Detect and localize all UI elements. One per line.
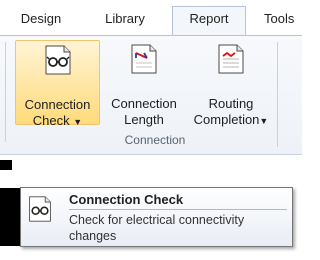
tab-design[interactable]: Design (10, 8, 72, 36)
dropdown-caret-icon: ▼ (259, 116, 269, 126)
ribbon-group-separator (277, 42, 278, 147)
connection-length-label-1: Connection (111, 96, 177, 111)
glasses-document-icon (45, 45, 70, 75)
tab-tools[interactable]: Tools (264, 8, 314, 36)
tab-library[interactable]: Library (92, 8, 158, 36)
ribbon-group-label: Connection (124, 133, 186, 147)
dropdown-caret-icon: ▼ (73, 117, 83, 127)
connection-length-button[interactable]: Connection Length (104, 40, 184, 127)
routing-completion-button[interactable]: Routing Completion▼ (188, 40, 274, 127)
glasses-document-icon (29, 196, 51, 222)
document-dark-strip (0, 188, 20, 246)
ribbon-tab-bar: Design Library Report Tools (0, 0, 302, 36)
connection-length-label-2: Length (124, 112, 164, 127)
ruler-document-icon (131, 44, 157, 74)
ribbon-left-separator (0, 42, 6, 142)
tab-report[interactable]: Report (172, 6, 246, 36)
tooltip-title: Connection Check (69, 192, 184, 207)
tooltip-divider (69, 209, 287, 210)
routing-document-icon (218, 44, 244, 74)
routing-completion-label-1: Routing (208, 96, 254, 111)
connection-check-button[interactable]: Connection Check ▼ (15, 40, 100, 128)
tooltip: Connection Check Check for electrical co… (20, 187, 293, 247)
tooltip-description: Check for electrical connectivity change… (69, 213, 245, 243)
connection-check-label-2: Check ▼ (32, 113, 83, 128)
routing-completion-label-2: Completion▼ (193, 112, 269, 127)
connection-check-label-1: Connection (24, 97, 91, 112)
document-edge-marker (0, 160, 12, 170)
ribbon-panel: Connection Check ▼ Connection Length Rou… (0, 35, 302, 155)
